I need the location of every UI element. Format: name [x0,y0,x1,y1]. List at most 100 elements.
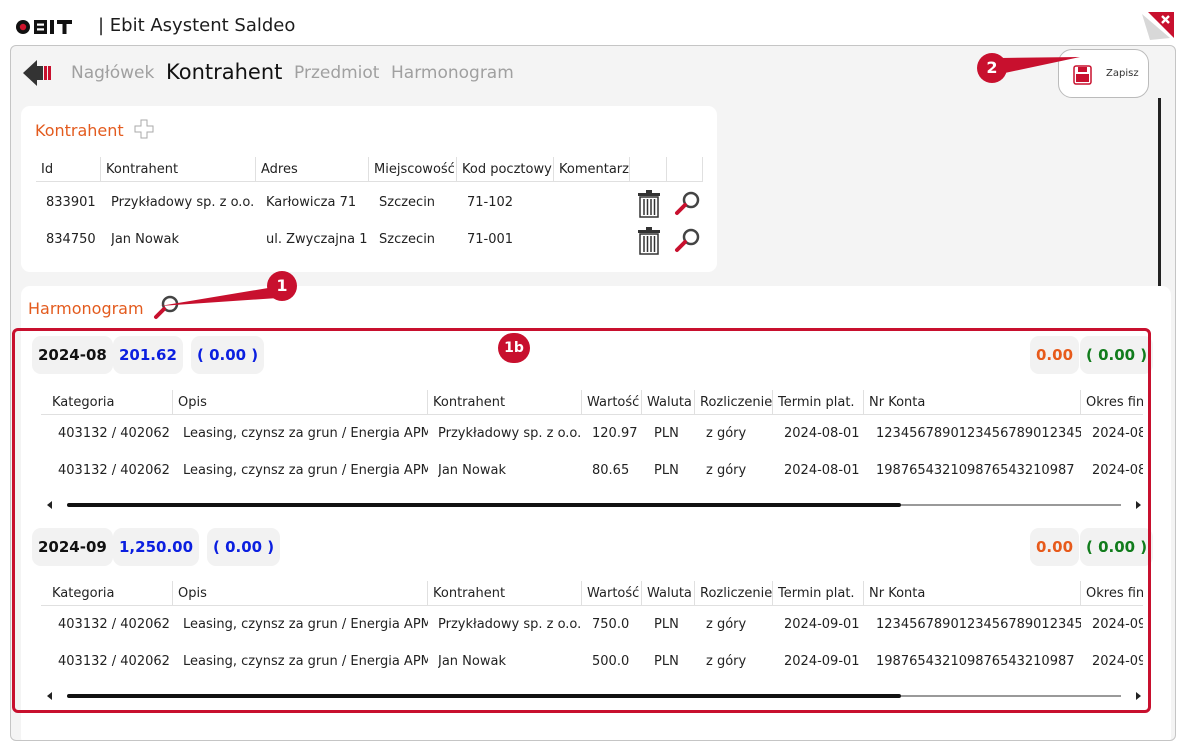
back-button[interactable] [21,58,55,92]
cell-id: 833901 [46,195,96,210]
col-delete [630,157,667,182]
title-bar: | Ebit Asystent Saldeo [0,0,1186,46]
cell-id: 834750 [46,232,96,247]
callout-badge-2: 2 [977,53,1007,83]
cell-waluta: PLN [654,617,679,632]
cell-wartosc: 500.0 [592,654,630,669]
col-adres[interactable]: Adres [256,157,369,182]
month-paren: ( 0.00 ) [191,336,265,374]
cell-wartosc: 80.65 [592,463,630,478]
tab-naglowek[interactable]: Nagłówek [71,63,154,83]
trash-icon[interactable] [637,227,661,255]
month-label: 2024-08 [32,336,113,374]
col-wartosc[interactable]: Wartość [582,390,642,415]
close-button[interactable] [1140,8,1176,42]
col-termin[interactable]: Termin plat. [773,390,864,415]
col-opis[interactable]: Opis [173,390,428,415]
cell-kod: 71-001 [467,232,514,247]
table-row[interactable]: 403132 / 402062 Leasing, czynsz za grun … [41,607,1143,643]
col-wartosc[interactable]: Wartość [582,581,642,606]
col-kontrahent[interactable]: Kontrahent [428,390,582,415]
cell-termin: 2024-09-01 [784,617,860,632]
month-right-value: 0.00 [1030,528,1080,566]
col-kod-pocztowy[interactable]: Kod pocztowy [457,157,554,182]
cell-okres: 2024-09 [1092,617,1143,632]
col-id[interactable]: Id [36,157,101,182]
app-title: | Ebit Asystent Saldeo [98,15,296,36]
callout-badge-1b: 1b [498,333,530,363]
col-miejscowosc[interactable]: Miejscowość [369,157,457,182]
cell-kod: 71-102 [467,195,514,210]
col-kategoria[interactable]: Kategoria [47,390,173,415]
cell-kontrahent: Przykładowy sp. z o.o. [438,426,582,441]
cell-termin: 2024-09-01 [784,654,860,669]
cell-wartosc: 120.97 [592,426,638,441]
arrow-left-icon [23,60,51,86]
trash-icon[interactable] [637,190,661,218]
cell-okres: 2024-08 [1092,463,1143,478]
cell-waluta: PLN [654,463,679,478]
cell-kontrahent: Jan Nowak [111,232,179,247]
tab-harmonogram[interactable]: Harmonogram [391,63,514,83]
col-waluta[interactable]: Waluta [642,581,695,606]
table-row[interactable]: 403132 / 402062 Leasing, czynsz za grun … [41,453,1143,489]
save-label: Zapisz [1106,68,1139,79]
cell-opis: Leasing, czynsz za grun / Energia APM [183,463,428,478]
callout-badge-1: 1 [267,271,297,301]
schedule-table-header: Kategoria Opis Kontrahent Wartość Waluta… [41,390,1143,415]
month-paren: ( 0.00 ) [207,528,281,566]
col-okres[interactable]: Okres fin [1081,390,1143,415]
cell-wartosc: 750.0 [592,617,630,632]
table-row[interactable]: 834750 Jan Nowak ul. Zwyczajna 1 Szczeci… [36,222,703,258]
main-panel: Nagłówek Kontrahent Przedmiot Harmonogra… [10,45,1176,741]
cell-nr-konta: 12345678901234567890123456 [876,617,1081,632]
cell-waluta: PLN [654,654,679,669]
search-icon[interactable] [672,227,702,255]
month-label: 2024-09 [32,528,113,566]
cell-nr-konta: 12345678901234567890123456 [876,426,1081,441]
cell-rozliczenie: z góry [706,463,747,478]
col-kontrahent[interactable]: Kontrahent [101,157,256,182]
col-nr-konta[interactable]: Nr Konta [864,390,1081,415]
cell-kategoria: 403132 / 402062 [58,617,170,632]
ebit-logo [15,17,93,41]
harmonogram-card: Harmonogram 2024-08 201.62 ( 0.00 ) 0.00… [21,286,1171,740]
horizontal-scrollbar[interactable] [47,500,1141,510]
month-total: 1,250.00 [113,528,200,566]
tab-kontrahent[interactable]: Kontrahent [166,60,282,84]
col-waluta[interactable]: Waluta [642,390,695,415]
cell-opis: Leasing, czynsz za grun / Energia APM [183,617,428,632]
horizontal-scrollbar[interactable] [47,691,1141,701]
col-okres[interactable]: Okres fin [1081,581,1143,606]
kontrahent-section-title: Kontrahent [35,121,124,140]
col-opis[interactable]: Opis [173,581,428,606]
cell-adres: Karłowicza 71 [266,195,357,210]
cell-termin: 2024-08-01 [784,426,860,441]
col-view [667,157,703,182]
schedule-table-header: Kategoria Opis Kontrahent Wartość Waluta… [41,581,1143,606]
cell-waluta: PLN [654,426,679,441]
kontrahent-card: Kontrahent Id Kontrahent Adres Miejscowo… [21,106,717,272]
cell-miejscowosc: Szczecin [379,232,436,247]
col-rozliczenie[interactable]: Rozliczenie [695,581,773,606]
cell-kontrahent: Przykładowy sp. z o.o. [438,617,582,632]
col-kategoria[interactable]: Kategoria [47,581,173,606]
month-right-paren: ( 0.00 ) [1080,528,1154,566]
cell-opis: Leasing, czynsz za grun / Energia APM [183,426,428,441]
table-row[interactable]: 403132 / 402062 Leasing, czynsz za grun … [41,416,1143,452]
table-row[interactable]: 403132 / 402062 Leasing, czynsz za grun … [41,644,1143,680]
tab-przedmiot[interactable]: Przedmiot [294,63,379,83]
col-termin[interactable]: Termin plat. [773,581,864,606]
cell-miejscowosc: Szczecin [379,195,436,210]
cell-kontrahent: Jan Nowak [438,463,506,478]
kontrahent-table-header: Id Kontrahent Adres Miejscowość Kod pocz… [36,157,703,182]
col-kontrahent[interactable]: Kontrahent [428,581,582,606]
add-icon[interactable] [134,119,154,139]
search-icon[interactable] [672,190,702,218]
col-komentarz[interactable]: Komentarz [554,157,630,182]
col-rozliczenie[interactable]: Rozliczenie [695,390,773,415]
cell-nr-konta: 19876543210987654321098​7 [876,463,1075,478]
col-nr-konta[interactable]: Nr Konta [864,581,1081,606]
cell-kategoria: 403132 / 402062 [58,426,170,441]
table-row[interactable]: 833901 Przykładowy sp. z o.o. Karłowicza… [36,185,703,221]
